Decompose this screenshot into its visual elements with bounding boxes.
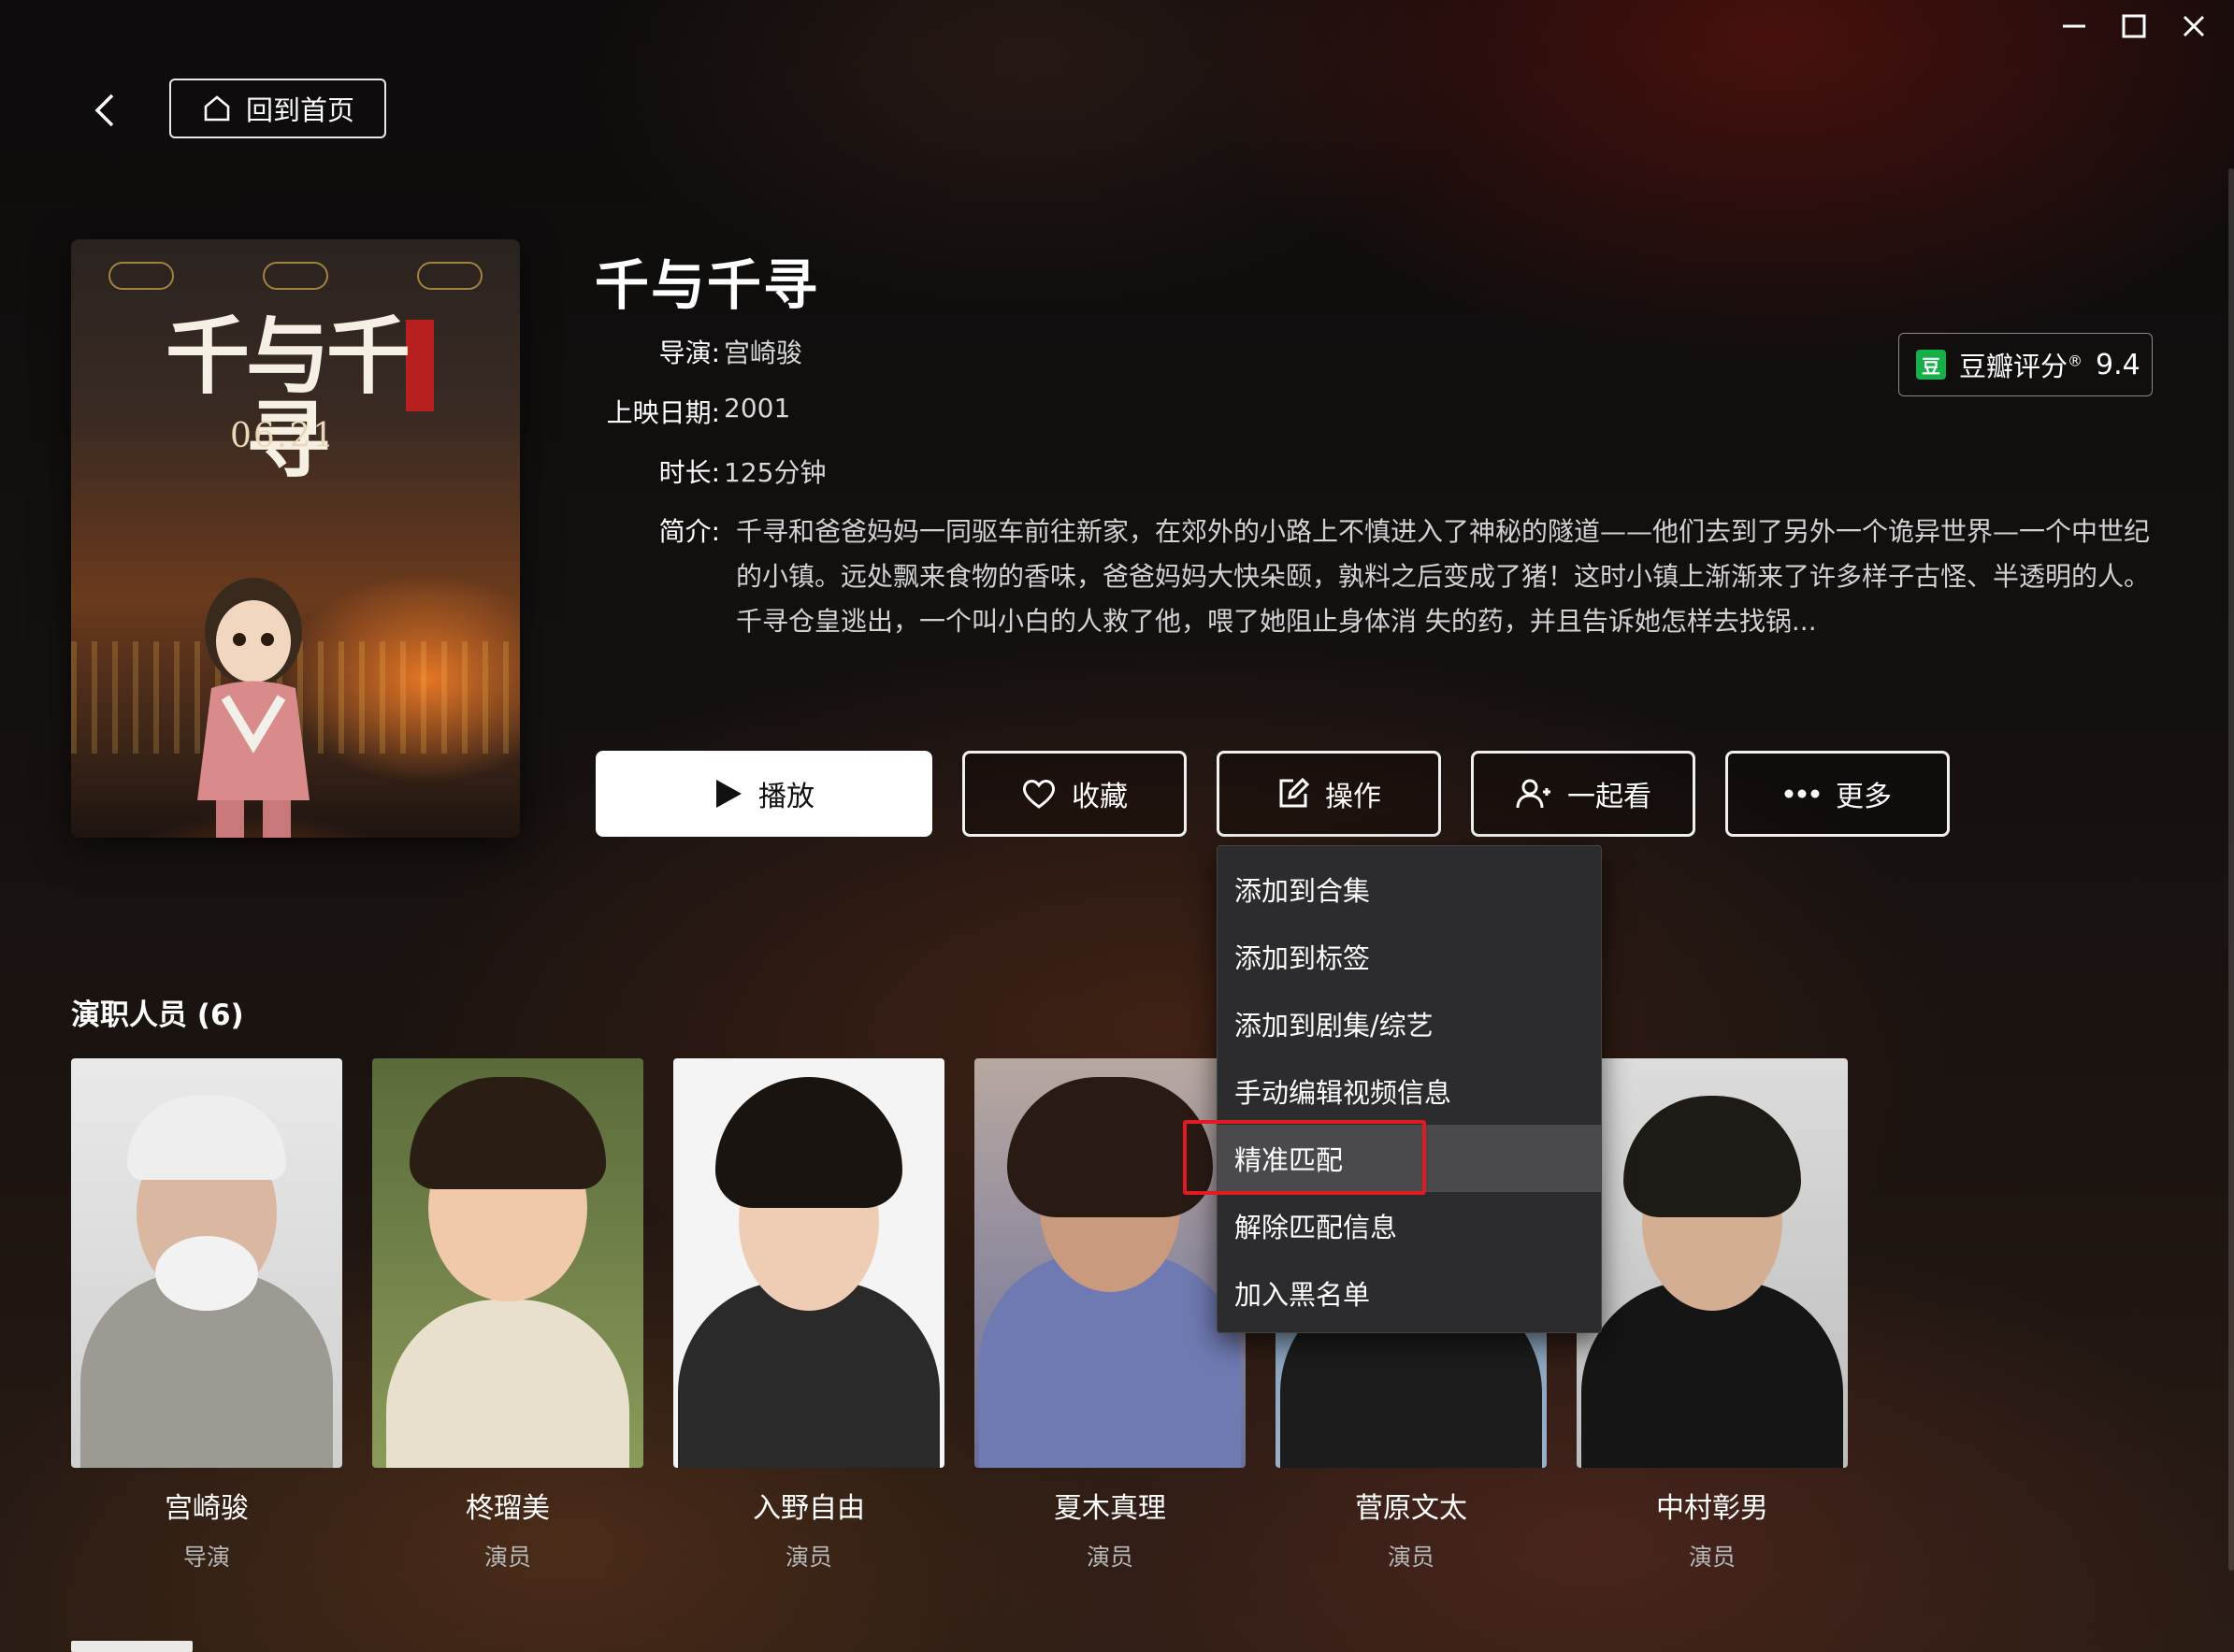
menu-item-remove-match[interactable]: 解除匹配信息 bbox=[1218, 1192, 1601, 1259]
chevron-left-icon bbox=[94, 93, 114, 127]
cast-card[interactable]: 柊瑠美 演员 bbox=[372, 1058, 643, 1573]
close-icon[interactable] bbox=[2172, 9, 2215, 43]
cast-heading: 演职人员 (6) bbox=[71, 998, 244, 1032]
menu-item-edit-video-info[interactable]: 手动编辑视频信息 bbox=[1218, 1057, 1601, 1125]
douban-rating-badge[interactable]: 豆 豆瓣评分® 9.4 bbox=[1898, 333, 2153, 396]
watch-together-button[interactable]: 一起看 bbox=[1471, 751, 1695, 837]
release-value: 2001 bbox=[724, 393, 791, 424]
cast-photo bbox=[71, 1058, 342, 1468]
cast-card[interactable]: 夏木真理 演员 bbox=[974, 1058, 1246, 1573]
back-button[interactable] bbox=[86, 90, 123, 131]
cast-name: 夏木真理 bbox=[1054, 1492, 1166, 1525]
poster-character-illustration bbox=[197, 578, 310, 838]
release-label: 上映日期: bbox=[606, 397, 720, 428]
poster-award-badges bbox=[108, 262, 483, 294]
douban-icon: 豆 bbox=[1916, 350, 1946, 380]
cast-name: 菅原文太 bbox=[1355, 1492, 1467, 1525]
cast-name: 中村彰男 bbox=[1656, 1492, 1768, 1525]
cast-role: 导演 bbox=[182, 1544, 230, 1571]
play-button[interactable]: 播放 bbox=[596, 751, 932, 837]
more-button-label: 更多 bbox=[1836, 781, 1892, 813]
users-icon bbox=[1516, 779, 1550, 809]
operate-button[interactable]: 操作 bbox=[1217, 751, 1441, 837]
director-value: 宫崎骏 bbox=[724, 338, 803, 368]
cast-name: 柊瑠美 bbox=[466, 1492, 550, 1525]
action-bar: 播放 收藏 操作 一起看 更多 bbox=[596, 751, 1950, 837]
duration-label: 时长: bbox=[658, 457, 720, 488]
play-icon bbox=[716, 780, 742, 808]
cast-role: 演员 bbox=[483, 1544, 531, 1571]
menu-item-precise-match[interactable]: 精准匹配 bbox=[1218, 1125, 1601, 1192]
home-button[interactable]: 回到首页 bbox=[169, 79, 386, 138]
cast-role: 演员 bbox=[785, 1544, 832, 1571]
registered-mark: ® bbox=[2068, 352, 2083, 370]
poster-seal bbox=[406, 320, 434, 411]
menu-item-add-to-tag[interactable]: 添加到标签 bbox=[1218, 923, 1601, 990]
watch-together-button-label: 一起看 bbox=[1567, 781, 1651, 813]
cast-role: 演员 bbox=[1387, 1544, 1434, 1571]
favorite-button-label: 收藏 bbox=[1072, 781, 1128, 813]
more-dots-icon bbox=[1784, 789, 1820, 798]
more-button[interactable]: 更多 bbox=[1725, 751, 1950, 837]
rating-score: 9.4 bbox=[2096, 348, 2140, 381]
cast-photo bbox=[974, 1058, 1246, 1468]
favorite-button[interactable]: 收藏 bbox=[962, 751, 1187, 837]
window-controls bbox=[2053, 9, 2215, 43]
cast-card[interactable]: 宫崎骏 导演 bbox=[71, 1058, 342, 1573]
cast-photo bbox=[372, 1058, 643, 1468]
maximize-icon[interactable] bbox=[2112, 9, 2155, 43]
synopsis-label: 简介: bbox=[658, 516, 720, 547]
scrollbar[interactable] bbox=[2228, 168, 2234, 1571]
menu-item-add-to-series[interactable]: 添加到剧集/综艺 bbox=[1218, 990, 1601, 1057]
cast-name: 入野自由 bbox=[753, 1492, 865, 1525]
cast-name: 宫崎骏 bbox=[165, 1492, 249, 1525]
director-row: 导演: 宫崎骏 bbox=[561, 333, 802, 370]
duration-row: 时长: 125分钟 bbox=[561, 453, 827, 490]
poster-date: 06.21 bbox=[230, 417, 337, 455]
duration-value: 125分钟 bbox=[724, 457, 827, 488]
heart-icon bbox=[1022, 780, 1056, 809]
menu-item-add-to-collection[interactable]: 添加到合集 bbox=[1218, 855, 1601, 923]
cast-card[interactable]: 中村彰男 演员 bbox=[1577, 1058, 1848, 1573]
cast-photo bbox=[1577, 1058, 1848, 1468]
cast-role: 演员 bbox=[1688, 1544, 1736, 1571]
poster-title: 千与千寻 bbox=[166, 307, 411, 490]
synopsis-text: 千寻和爸爸妈妈一同驱车前往新家，在郊外的小路上不慎进入了神秘的隧道——他们去到了… bbox=[736, 516, 2151, 637]
operate-dropdown-menu: 添加到合集 添加到标签 添加到剧集/综艺 手动编辑视频信息 精准匹配 解除匹配信… bbox=[1217, 845, 1602, 1333]
edit-icon bbox=[1279, 777, 1310, 808]
minimize-icon[interactable] bbox=[2053, 9, 2096, 43]
home-icon bbox=[204, 95, 230, 122]
release-row: 上映日期: 2001 bbox=[561, 393, 791, 430]
next-section-heading-partial bbox=[71, 1641, 193, 1652]
cast-card[interactable]: 入野自由 演员 bbox=[673, 1058, 944, 1573]
menu-item-add-to-blacklist[interactable]: 加入黑名单 bbox=[1218, 1259, 1601, 1327]
rating-label: 豆瓣评分® bbox=[1959, 345, 2083, 384]
play-button-label: 播放 bbox=[758, 781, 814, 813]
app-window: 回到首页 千与千寻 06.21 千与千寻 导演: 宫崎骏 上映日期: 2001 … bbox=[0, 0, 2234, 1652]
home-button-label: 回到首页 bbox=[245, 94, 354, 126]
rating-label-text: 豆瓣评分 bbox=[1959, 351, 2068, 382]
cast-photo bbox=[673, 1058, 944, 1468]
operate-button-label: 操作 bbox=[1325, 781, 1381, 813]
movie-title: 千与千寻 bbox=[595, 253, 820, 317]
cast-role: 演员 bbox=[1086, 1544, 1133, 1571]
director-label: 导演: bbox=[658, 338, 720, 368]
movie-poster: 千与千寻 06.21 bbox=[71, 239, 520, 838]
